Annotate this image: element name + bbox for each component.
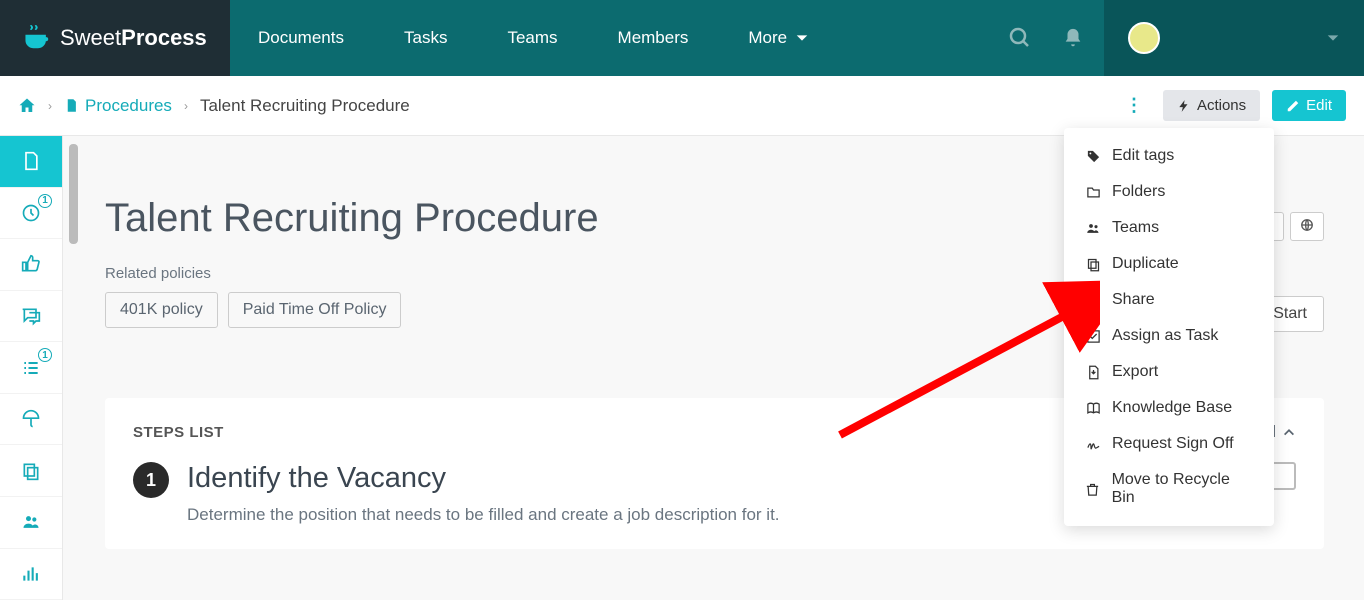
tag-icon [1084,149,1102,164]
nav-documents[interactable]: Documents [258,28,344,48]
scrollbar-thumb[interactable] [69,144,78,244]
dropdown-export[interactable]: Export [1064,354,1274,390]
label: Assign as Task [1112,327,1218,345]
sidebar-item-tasks[interactable]: 1 [0,342,62,394]
home-icon[interactable] [18,97,36,115]
book-icon [1084,401,1102,416]
copy-icon [21,461,41,481]
export-icon [1084,365,1102,380]
dropdown-folders[interactable]: Folders [1064,174,1274,210]
breadcrumb-procedures-label: Procedures [85,96,172,116]
dropdown-duplicate[interactable]: Duplicate [1064,246,1274,282]
label: Request Sign Off [1112,435,1234,453]
edit-button[interactable]: Edit [1272,90,1346,121]
caret-down-icon [1326,31,1340,45]
sidebar-item-approve[interactable] [0,239,62,291]
label: Share [1112,291,1155,309]
badge: 1 [38,348,52,362]
nav-teams[interactable]: Teams [507,28,557,48]
sidebar-item-document[interactable] [0,136,62,188]
caret-down-icon [795,31,809,45]
nav-more-label: More [748,28,787,48]
nav-members[interactable]: Members [618,28,689,48]
sidebar-item-copy[interactable] [0,445,62,497]
dropdown-assign-task[interactable]: Assign as Task [1064,318,1274,354]
breadcrumb-separator: › [48,99,52,113]
file-icon [64,98,79,113]
nav-right [1008,0,1104,76]
dropdown-recycle[interactable]: Move to Recycle Bin [1064,462,1274,516]
label: Duplicate [1112,255,1179,273]
dropdown-signoff[interactable]: Request Sign Off [1064,426,1274,462]
dropdown-share[interactable]: Share [1064,282,1274,318]
dropdown-knowledge-base[interactable]: Knowledge Base [1064,390,1274,426]
globe-button[interactable] [1290,212,1324,241]
top-nav: SweetProcess Documents Tasks Teams Membe… [0,0,1364,76]
left-sidebar: 1 1 [0,136,63,600]
label: Edit tags [1112,147,1174,165]
sidebar-item-umbrella[interactable] [0,394,62,446]
chart-icon [21,564,41,584]
kebab-menu[interactable]: ⋮ [1117,91,1151,120]
dropdown-edit-tags[interactable]: Edit tags [1064,138,1274,174]
breadcrumb-bar: › Procedures › Talent Recruiting Procedu… [0,76,1364,136]
bell-icon[interactable] [1062,27,1084,49]
sidebar-item-comments[interactable] [0,291,62,343]
breadcrumb-separator: › [184,99,188,113]
share-icon [1084,293,1102,308]
folder-icon [1084,185,1102,200]
actions-label: Actions [1197,97,1246,114]
dropdown-teams[interactable]: Teams [1064,210,1274,246]
nav-more[interactable]: More [748,28,809,48]
label: Folders [1112,183,1165,201]
breadcrumb-current: Talent Recruiting Procedure [200,96,410,116]
search-icon[interactable] [1008,26,1032,50]
document-icon [21,151,41,171]
start-label: Start [1273,305,1307,322]
umbrella-icon [21,409,41,429]
people-icon [21,512,41,532]
nav-items: Documents Tasks Teams Members More [230,0,1008,76]
policy-pto[interactable]: Paid Time Off Policy [228,292,402,328]
step-number: 1 [133,462,169,498]
steps-title: STEPS LIST [133,424,224,441]
brand-logo[interactable]: SweetProcess [0,0,230,76]
nav-tasks[interactable]: Tasks [404,28,447,48]
bolt-icon [1177,99,1191,113]
breadcrumb-procedures[interactable]: Procedures [64,96,172,116]
list-icon [21,358,41,378]
user-menu[interactable] [1104,0,1364,76]
badge: 1 [38,194,52,208]
chevron-up-icon [1282,425,1296,439]
thumbs-up-icon [21,254,41,274]
actions-button[interactable]: Actions [1163,90,1260,121]
label: Move to Recycle Bin [1112,471,1254,507]
actions-dropdown: Edit tags Folders Teams Duplicate Share … [1064,128,1274,526]
checkbox-icon [1084,329,1102,344]
sidebar-item-history[interactable]: 1 [0,188,62,240]
globe-icon [1300,218,1314,232]
edit-label: Edit [1306,97,1332,114]
policy-401k[interactable]: 401K policy [105,292,218,328]
brand-text-2: Process [121,25,207,50]
people-icon [1084,221,1102,236]
brand-text-1: Sweet [60,25,121,50]
label: Teams [1112,219,1159,237]
chat-icon [21,306,41,326]
duplicate-icon [1084,257,1102,272]
avatar [1128,22,1160,54]
pencil-icon [1286,99,1300,113]
signature-icon [1084,437,1102,452]
clock-icon [21,203,41,223]
cup-icon [24,24,52,52]
sidebar-item-stats[interactable] [0,549,62,600]
label: Export [1112,363,1158,381]
sidebar-item-teams[interactable] [0,497,62,549]
label: Knowledge Base [1112,399,1232,417]
trash-icon [1084,482,1102,497]
